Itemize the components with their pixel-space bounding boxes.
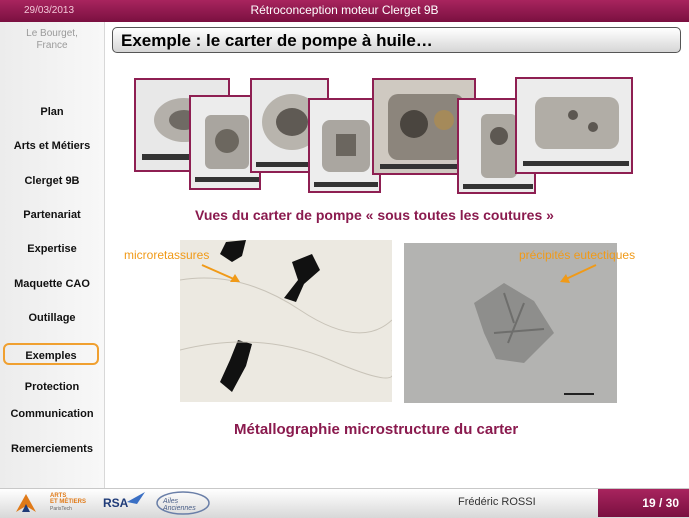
pump-housing-photo-7 (515, 77, 633, 174)
top-bar: 29/03/2013 Rétroconception moteur Clerge… (0, 0, 689, 22)
nav-item-maquette-cao[interactable]: Maquette CAO (0, 278, 104, 290)
nav-item-expertise[interactable]: Expertise (0, 243, 104, 255)
nav-item-plan[interactable]: Plan (0, 106, 104, 118)
pump-housing-photo-4 (308, 98, 381, 193)
nav-item-exemples[interactable]: Exemples (3, 343, 99, 365)
nav-item-clerget[interactable]: Clerget 9B (0, 175, 104, 187)
nav-item-communication[interactable]: Communication (0, 408, 104, 420)
slide-title-box: Exemple : le carter de pompe à huile… (112, 27, 681, 53)
logo1-line-3: ParisTech (50, 506, 72, 512)
header-title: Rétroconception moteur Clerget 9B (250, 3, 439, 17)
author-name: Frédéric ROSSI (458, 496, 536, 508)
nav-item-remerciements[interactable]: Remerciements (0, 443, 104, 455)
page-number: 19 / 30 (642, 496, 679, 510)
logo2-text: RSA (103, 496, 129, 510)
micrograph-caption: Métallographie microstructure du carter (234, 421, 519, 438)
arts-et-metiers-logo: ARTS ET MÉTIERS ParisTech (14, 492, 94, 514)
location-line-2: France (36, 40, 68, 51)
label-precipites-eutectiques: précipités eutectiques (519, 248, 636, 262)
nav-item-outillage[interactable]: Outillage (0, 312, 104, 324)
page-number-box: 19 / 30 (598, 489, 689, 517)
nav-item-arts-et-metiers[interactable]: Arts et Métiers (0, 140, 104, 152)
arrow-right-icon (560, 264, 597, 283)
ailes-anciennes-logo: Ailes Anciennes (155, 490, 211, 516)
nav-item-partenariat[interactable]: Partenariat (0, 209, 104, 221)
arrow-left-icon (201, 264, 240, 282)
location-label: Le Bourget, France (0, 28, 104, 52)
logo1-line-2: ET MÉTIERS (50, 499, 87, 505)
label-microretassures: microretassures (124, 248, 210, 262)
location-line-1: Le Bourget, (26, 28, 78, 39)
logo3-text: Ailes Anciennes (163, 498, 196, 512)
nav-item-protection[interactable]: Protection (0, 381, 104, 393)
rsa-logo: RSA (103, 492, 147, 514)
photos-caption: Vues du carter de pompe « sous toutes le… (195, 207, 554, 223)
slide-title: Exemple : le carter de pompe à huile… (121, 31, 433, 50)
